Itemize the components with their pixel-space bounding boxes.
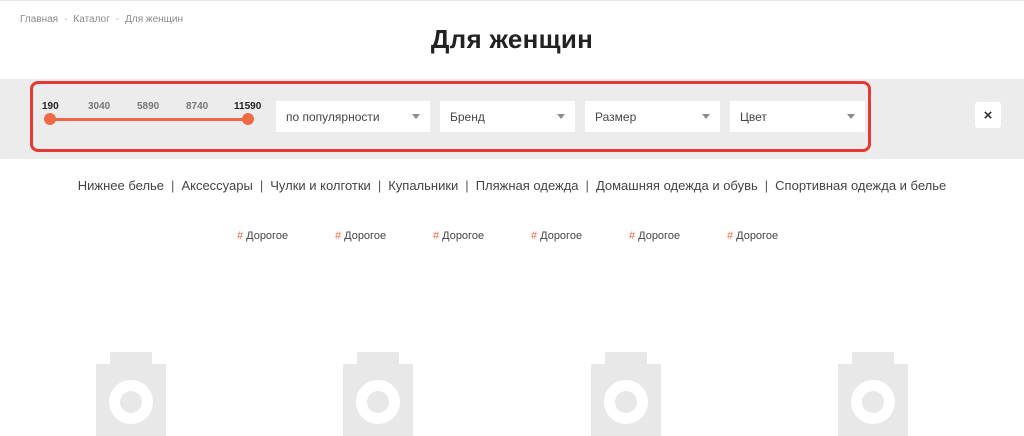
chevron-down-icon (412, 114, 420, 119)
color-select-value: Цвет (740, 109, 767, 124)
camera-icon (838, 352, 908, 436)
tag-link[interactable]: # Дорогое (433, 230, 484, 242)
chevron-down-icon (847, 114, 855, 119)
sort-select[interactable]: по популярности (276, 101, 430, 132)
camera-icon (96, 352, 166, 436)
tag-link[interactable]: # Дорогое (237, 230, 288, 242)
price-tick-label: 11590 (234, 101, 262, 112)
tag-link[interactable]: # Дорогое (727, 230, 778, 242)
price-slider-max-handle[interactable] (242, 113, 254, 125)
camera-icon (591, 352, 661, 436)
tag-link[interactable]: # Дорогое (629, 230, 680, 242)
chevron-down-icon (702, 114, 710, 119)
category-link[interactable]: Чулки и колготки (270, 178, 371, 193)
color-select[interactable]: Цвет (730, 101, 865, 132)
tag-label: Дорогое (344, 230, 387, 242)
brand-select-value: Бренд (450, 109, 485, 124)
product-image-placeholder[interactable] (591, 350, 661, 436)
price-tick-labels: 190 3040 5890 8740 11590 (42, 101, 264, 113)
hash-icon: # (727, 230, 734, 242)
tag-label: Дорогое (736, 230, 779, 242)
chevron-down-icon (557, 114, 565, 119)
category-links: Нижнее белье | Аксессуары | Чулки и колготки… (0, 178, 1024, 193)
category-link[interactable]: Аксессуары (181, 178, 252, 193)
tag-label: Дорогое (246, 230, 289, 242)
category-separator: | (585, 178, 589, 193)
tag-label: Дорогое (638, 230, 681, 242)
category-link[interactable]: Нижнее белье (78, 178, 164, 193)
tag-link[interactable]: # Дорогое (531, 230, 582, 242)
product-image-placeholder[interactable] (838, 350, 908, 436)
top-divider (0, 0, 1024, 1)
category-separator: | (465, 178, 469, 193)
product-image-placeholder[interactable] (96, 350, 166, 436)
size-select-value: Размер (595, 109, 637, 124)
tag-label: Дорогое (540, 230, 583, 242)
category-link[interactable]: Домашняя одежда и обувь (596, 178, 758, 193)
price-tick-label: 8740 (186, 101, 209, 112)
category-link[interactable]: Спортивная одежда и белье (775, 178, 946, 193)
category-separator: | (259, 178, 264, 193)
sort-select-value: по популярности (286, 109, 380, 124)
category-separator: | (171, 178, 175, 193)
camera-icon (343, 352, 413, 436)
price-tick-label: 3040 (88, 101, 111, 112)
category-link[interactable]: Пляжная одежда (476, 178, 579, 193)
price-tick-label: 5890 (137, 101, 160, 112)
category-separator: | (764, 178, 769, 193)
category-separator: | (377, 178, 382, 193)
category-link[interactable]: Купальники (388, 178, 458, 193)
hash-icon: # (433, 230, 440, 242)
product-image-placeholder[interactable] (343, 350, 413, 436)
size-select[interactable]: Размер (585, 101, 720, 132)
hash-icon: # (629, 230, 636, 242)
price-tick-label: 190 (42, 101, 59, 112)
hash-icon: # (335, 230, 342, 242)
tag-link[interactable]: # Дорогое (335, 230, 386, 242)
hash-icon: # (531, 230, 538, 242)
price-slider-track[interactable] (50, 118, 248, 121)
close-icon: × (983, 106, 993, 124)
reset-filters-button[interactable]: × (975, 102, 1001, 128)
tag-label: Дорогое (442, 230, 485, 242)
brand-select[interactable]: Бренд (440, 101, 575, 132)
price-slider-min-handle[interactable] (44, 113, 56, 125)
hash-icon: # (237, 230, 244, 242)
page-title: Для женщин (430, 24, 594, 54)
